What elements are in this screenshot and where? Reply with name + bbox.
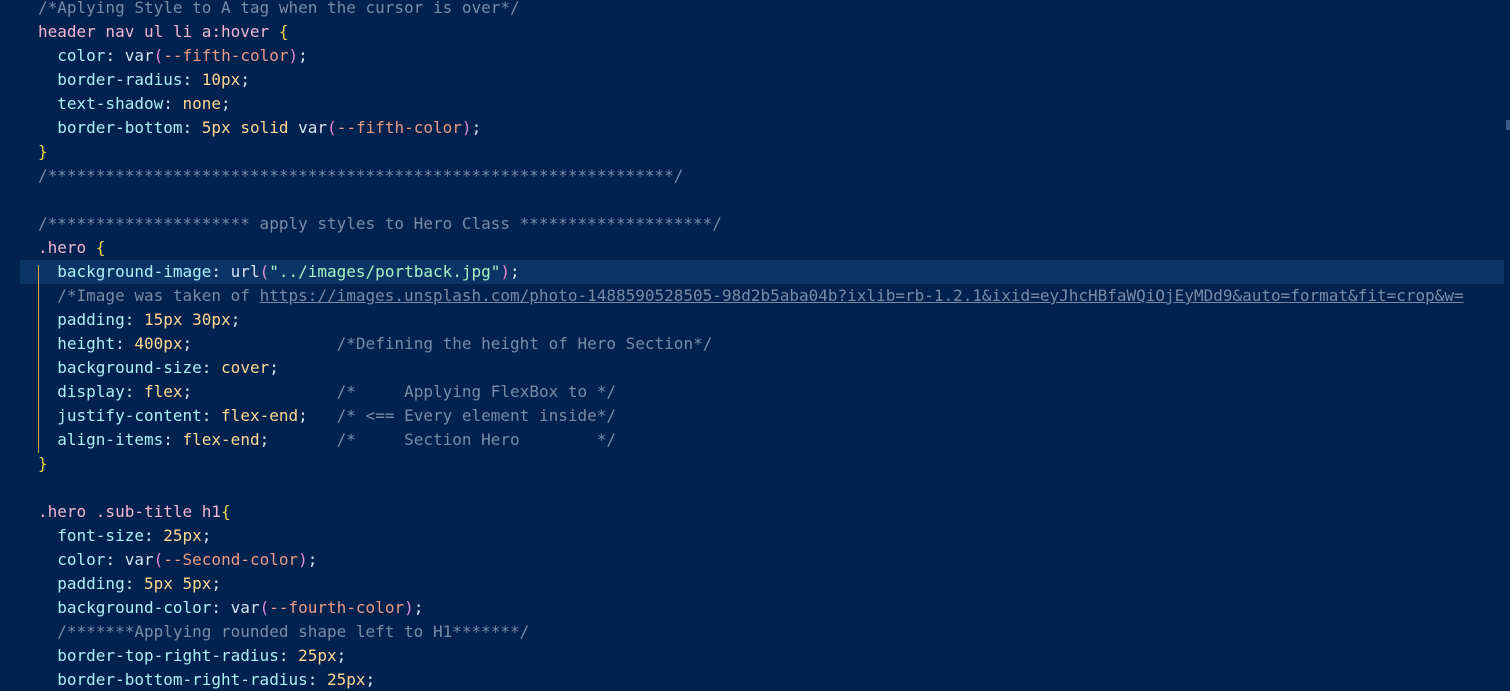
code-line-text: height: 400px; /*Defining the height of … xyxy=(57,334,713,353)
code-line-text: } xyxy=(38,142,48,161)
code-line[interactable]: border-top-right-radius: 25px; xyxy=(0,644,1510,668)
code-editor[interactable]: /*Aplying Style to A tag when the cursor… xyxy=(0,0,1510,691)
code-line-text: display: flex; /* Applying FlexBox to */ xyxy=(57,382,617,401)
code-line-text: text-shadow: none; xyxy=(57,94,231,113)
code-line[interactable]: /********************* apply styles to H… xyxy=(0,212,1510,236)
code-line-text: font-size: 25px; xyxy=(57,526,212,545)
code-line-text: background-image: url("../images/portbac… xyxy=(57,262,520,281)
code-line[interactable]: .hero { xyxy=(0,236,1510,260)
code-line[interactable]: header nav ul li a:hover { xyxy=(0,20,1510,44)
code-line[interactable]: text-shadow: none; xyxy=(0,92,1510,116)
code-line-text: border-bottom-right-radius: 25px; xyxy=(57,670,376,689)
code-line[interactable] xyxy=(0,476,1510,500)
code-line[interactable]: border-radius: 10px; xyxy=(0,68,1510,92)
code-line[interactable]: padding: 5px 5px; xyxy=(0,572,1510,596)
code-line[interactable]: /*******Applying rounded shape left to H… xyxy=(0,620,1510,644)
code-line[interactable]: /*Aplying Style to A tag when the cursor… xyxy=(0,0,1510,20)
code-line-text: justify-content: flex-end; /* <== Every … xyxy=(57,406,617,425)
code-line[interactable]: .hero .sub-title h1{ xyxy=(0,500,1510,524)
code-line[interactable]: border-bottom-right-radius: 25px; xyxy=(0,668,1510,691)
code-line-text: color: var(--Second-color); xyxy=(57,550,318,569)
code-line[interactable] xyxy=(0,188,1510,212)
code-line[interactable]: padding: 15px 30px; xyxy=(0,308,1510,332)
code-line[interactable]: height: 400px; /*Defining the height of … xyxy=(0,332,1510,356)
code-line[interactable]: } xyxy=(0,452,1510,476)
code-line-text: /*Aplying Style to A tag when the cursor… xyxy=(38,0,520,17)
code-line[interactable]: background-size: cover; xyxy=(0,356,1510,380)
code-line-text: header nav ul li a:hover { xyxy=(38,22,289,41)
code-line-text: /*Image was taken of https://images.unsp… xyxy=(57,286,1464,305)
code-line-text: /********************* apply styles to H… xyxy=(38,214,722,233)
code-line-text: padding: 5px 5px; xyxy=(57,574,222,593)
code-line[interactable]: background-image: url("../images/portbac… xyxy=(0,260,1510,284)
code-line-text: border-bottom: 5px solid var(--fifth-col… xyxy=(57,118,482,137)
code-line[interactable]: color: var(--fifth-color); xyxy=(0,44,1510,68)
code-line-text: border-top-right-radius: 25px; xyxy=(57,646,347,665)
code-line[interactable]: border-bottom: 5px solid var(--fifth-col… xyxy=(0,116,1510,140)
code-line[interactable]: background-color: var(--fourth-color); xyxy=(0,596,1510,620)
code-line[interactable]: align-items: flex-end; /* Section Hero *… xyxy=(0,428,1510,452)
code-line-text: border-radius: 10px; xyxy=(57,70,250,89)
code-line[interactable]: /*Image was taken of https://images.unsp… xyxy=(0,284,1510,308)
code-line-text: color: var(--fifth-color); xyxy=(57,46,308,65)
code-line[interactable]: display: flex; /* Applying FlexBox to */ xyxy=(0,380,1510,404)
code-line-text: background-color: var(--fourth-color); xyxy=(57,598,424,617)
code-line-text: /***************************************… xyxy=(38,166,684,185)
code-line[interactable]: font-size: 25px; xyxy=(0,524,1510,548)
code-line-text: .hero { xyxy=(38,238,106,257)
code-line[interactable]: } xyxy=(0,140,1510,164)
code-line-text: padding: 15px 30px; xyxy=(57,310,241,329)
code-line[interactable]: justify-content: flex-end; /* <== Every … xyxy=(0,404,1510,428)
code-line-text: .hero .sub-title h1{ xyxy=(38,502,231,521)
code-line-text: /*******Applying rounded shape left to H… xyxy=(57,622,530,641)
code-line[interactable]: /***************************************… xyxy=(0,164,1510,188)
code-line-text: background-size: cover; xyxy=(57,358,279,377)
code-line-text: align-items: flex-end; /* Section Hero *… xyxy=(57,430,617,449)
code-line-text: } xyxy=(38,454,48,473)
code-line[interactable]: color: var(--Second-color); xyxy=(0,548,1510,572)
scrollbar-marker[interactable] xyxy=(1506,120,1510,130)
